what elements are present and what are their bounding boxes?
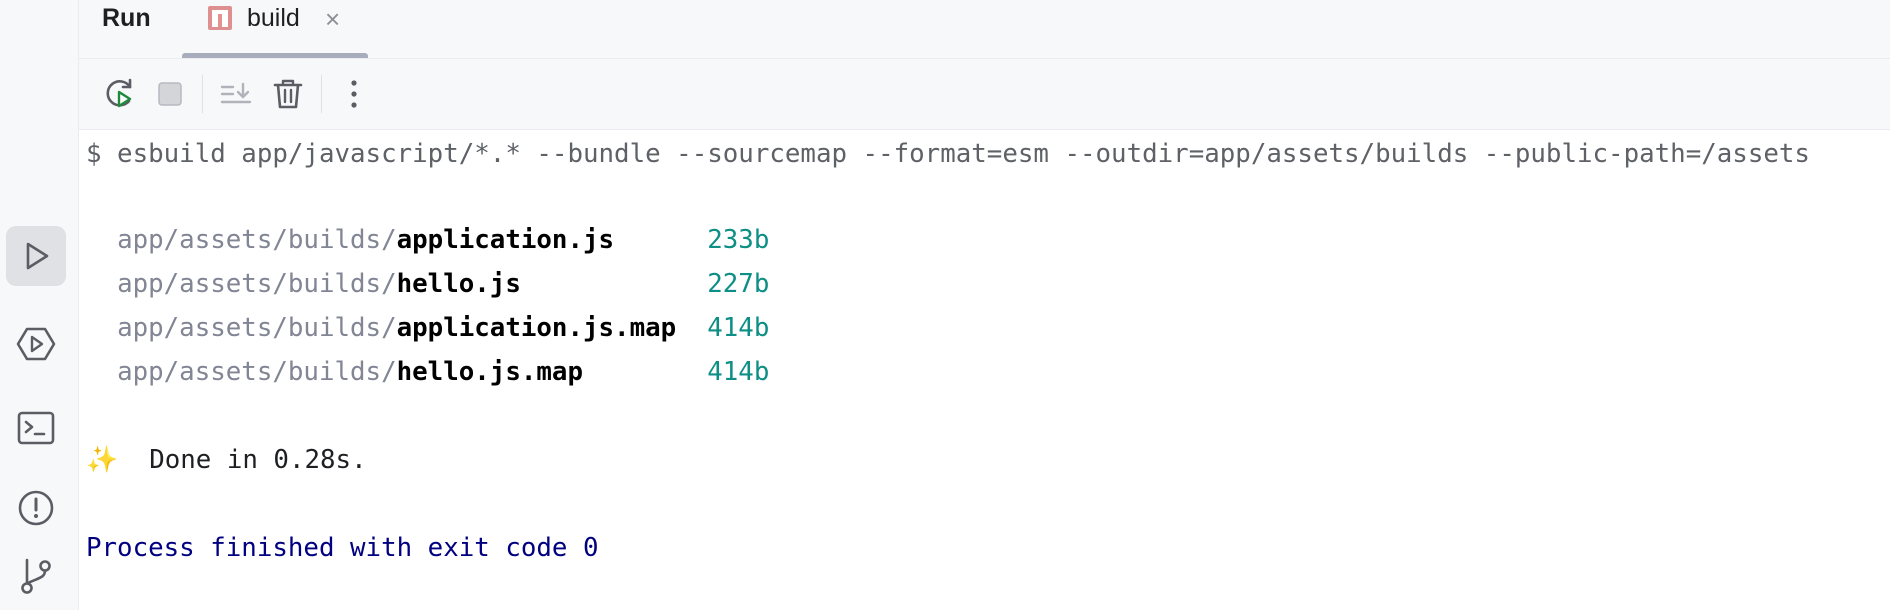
tool-window-sidebar [0, 0, 79, 610]
run-tab-bar: Run build × [79, 0, 1890, 59]
more-options-button[interactable] [333, 73, 375, 115]
services-tool-button[interactable] [6, 314, 66, 374]
file-dir: app/assets/builds/ [117, 357, 397, 387]
rerun-button[interactable] [99, 73, 141, 115]
close-icon[interactable]: × [325, 6, 340, 32]
run-icon [26, 242, 49, 270]
file-dir: app/assets/builds/ [117, 225, 397, 255]
tab-label: build [247, 4, 300, 32]
list-item: app/assets/builds/application.js.map 414… [86, 306, 769, 350]
toolbar-separator [202, 75, 203, 113]
list-item: app/assets/builds/hello.js 227b [86, 262, 769, 306]
more-options-icon [351, 80, 357, 108]
terminal-tool-button[interactable] [6, 398, 66, 458]
file-dir: app/assets/builds/ [117, 269, 397, 299]
list-item: app/assets/builds/application.js 233b [86, 218, 769, 262]
run-tool-window-title: Run [102, 4, 151, 32]
sparkles-icon: ✨ [86, 445, 119, 475]
done-line: ✨ Done in 0.28s. [86, 438, 367, 482]
scroll-to-end-button[interactable] [215, 73, 257, 115]
problems-tool-button[interactable] [6, 478, 66, 538]
services-icon [16, 327, 56, 361]
tab-build[interactable]: build × [182, 0, 368, 58]
clear-all-button[interactable] [267, 73, 309, 115]
toolbar-separator [321, 75, 322, 113]
terminal-icon [17, 411, 55, 445]
process-finished-line: Process finished with exit code 0 [86, 533, 599, 563]
file-name: application.js.map [396, 313, 677, 343]
file-name: hello.js [396, 269, 521, 299]
list-item: app/assets/builds/hello.js.map 414b [86, 350, 769, 394]
run-tool-button[interactable] [6, 226, 66, 286]
stop-button[interactable] [149, 73, 191, 115]
console-output[interactable]: $ esbuild app/javascript/*.* --bundle --… [79, 130, 1890, 610]
file-size: 414b [707, 313, 770, 343]
command-line: $ esbuild app/javascript/*.* --bundle --… [86, 139, 1810, 169]
clear-all-icon [273, 79, 303, 109]
active-tab-indicator [182, 53, 368, 58]
file-name: hello.js.map [396, 357, 583, 387]
git-icon [21, 558, 51, 594]
file-size: 233b [707, 225, 770, 255]
rerun-icon [106, 78, 132, 108]
git-tool-button[interactable] [6, 546, 66, 606]
npm-icon [208, 6, 232, 30]
file-name: application.js [396, 225, 615, 255]
stop-icon [158, 82, 182, 106]
file-size: 414b [707, 357, 770, 387]
run-toolbar [79, 59, 1890, 130]
file-size: 227b [707, 269, 770, 299]
done-text: Done in 0.28s. [149, 445, 367, 475]
problems-icon [18, 490, 54, 526]
file-dir: app/assets/builds/ [117, 313, 397, 343]
scroll-to-end-icon [220, 82, 252, 104]
